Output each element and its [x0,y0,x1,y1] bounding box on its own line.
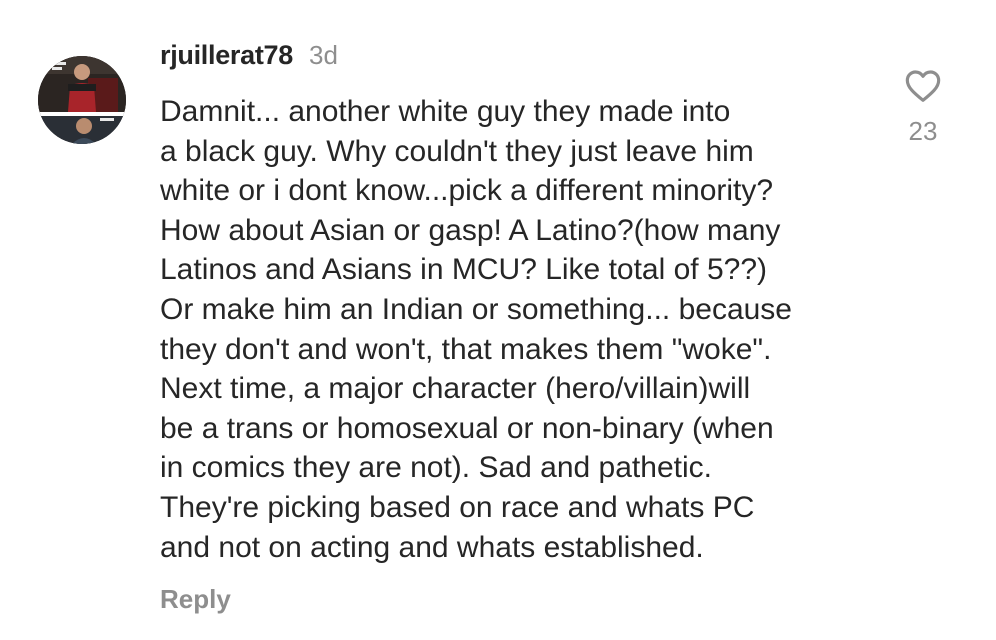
comment-line: and not on acting and whats established. [160,530,704,564]
comment-header: rjuillerat78 3d [160,40,338,80]
like-count: 23 [908,116,938,146]
avatar-image [38,56,126,144]
comment-line: white or i dont know...pick a different … [160,174,774,208]
comment-line: they don't and won't, that makes them "w… [160,332,772,366]
comment-line: How about Asian or gasp! A Latino?(how m… [160,213,781,247]
comment-line: Next time, a major character (hero/villa… [160,372,751,406]
comment-line: a black guy. Why couldn't they just leav… [160,134,754,168]
username[interactable]: rjuillerat78 [160,40,293,71]
timestamp: 3d [308,40,338,70]
comment-line: in comics they are not). Sad and patheti… [160,451,712,485]
comment-line: Damnit... another white guy they made in… [160,95,731,128]
comment-line: Latinos and Asians in MCU? Like total of… [160,253,768,287]
reply-button[interactable]: Reply [160,584,231,615]
comment-text: Damnit... another white guy they made in… [160,92,890,567]
heart-outline-icon [905,70,941,102]
comment: rjuillerat78 3d Damnit... another white … [0,0,996,640]
comment-line: They're picking based on race and whats … [160,490,755,524]
comment-line: Or make him an Indian or something... be… [160,292,792,326]
like-button[interactable] [902,66,944,106]
like-area: 23 [900,66,946,147]
comment-line: be a trans or homosexual or non-binary (… [160,411,774,445]
avatar[interactable] [38,56,126,144]
